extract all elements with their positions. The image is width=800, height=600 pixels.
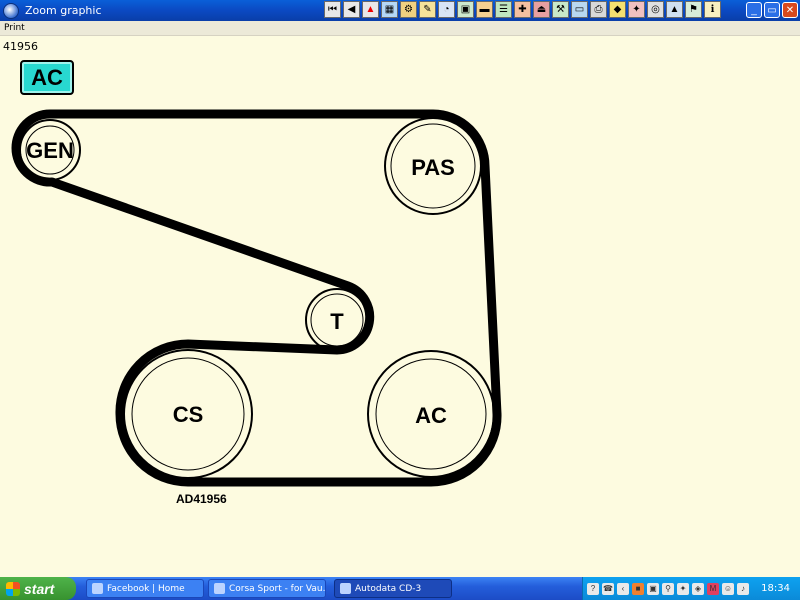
car-front-icon[interactable]: ◆ [609,1,626,18]
taskbar-item-label: Autodata CD-3 [355,583,422,594]
gear-icon[interactable]: ⚙ [400,1,417,18]
diagram-reference: AD41956 [176,492,227,506]
monitor-icon[interactable]: ▣ [647,582,659,595]
clock-icon[interactable]: ◔ [438,1,455,18]
pulley-label-ac: AC [415,403,447,428]
taskbar-item-facebook[interactable]: Facebook | Home [86,579,204,598]
start-label: start [24,580,55,597]
list-icon[interactable]: ☰ [495,1,512,18]
prev-page-icon[interactable]: ◀ [343,1,360,18]
taskbar-item-label: Facebook | Home [107,583,185,594]
wrench-icon[interactable]: ⚒ [552,1,569,18]
first-page-icon[interactable]: ⏮ [324,1,341,18]
window-title: Zoom graphic [25,4,102,17]
autodata-icon [340,583,351,594]
media-icon[interactable]: M [707,582,719,595]
taskbar: start Facebook | Home Corsa Sport - for … [0,577,800,600]
flag-icon[interactable]: ⚑ [685,1,702,18]
app-icon [3,2,19,19]
browser-icon [92,583,103,594]
menu-print[interactable]: Print [0,23,29,33]
close-button[interactable]: ✕ [782,2,798,18]
taskbar-item-label: Corsa Sport - for Vau... [229,583,326,594]
warning-icon[interactable]: ▲ [362,1,379,18]
tyre-icon[interactable]: ◎ [647,1,664,18]
search-icon[interactable]: ⚲ [662,582,674,595]
chat-icon[interactable]: ☺ [722,582,734,595]
info-icon[interactable]: ℹ [704,1,721,18]
tools-icon[interactable]: ✎ [419,1,436,18]
diagram-area: 41956 AC GEN PAS T CS AC AD41956 [0,36,800,577]
belt-routing-diagram: GEN PAS T CS AC [11,109,502,487]
window-controls: _ ▭ ✕ [746,2,798,18]
car-icon[interactable]: ▬ [476,1,493,18]
windows-logo-icon [6,581,20,596]
car-repair-icon[interactable]: ✚ [514,1,531,18]
pulley-label-pas: PAS [411,155,455,180]
browser-icon [214,583,225,594]
volume-icon[interactable]: ♪ [737,582,749,595]
battery-icon[interactable]: ▭ [571,1,588,18]
toolbar: ⏮ ◀ ▲ ▦ ⚙ ✎ ◔ ▣ ▬ ☰ ✚ ⏏ ⚒ ▭ ⎙ ◆ ✦ ◎ ▲ ⚑ … [324,1,721,18]
network-icon[interactable]: ◈ [692,582,704,595]
picture-icon[interactable]: ▣ [457,1,474,18]
phone-icon[interactable]: ☎ [602,582,614,595]
image-icon[interactable]: ▦ [381,1,398,18]
clock: 18:34 [761,583,790,594]
car-side-icon[interactable]: ▲ [666,1,683,18]
pulley-label-cs: CS [173,402,204,427]
menu-bar: Print [0,21,800,36]
taskbar-item-corsa[interactable]: Corsa Sport - for Vau... [208,579,326,598]
start-button[interactable]: start [0,577,76,600]
back-icon[interactable]: ‹ [617,582,629,595]
pulley-label-gen: GEN [26,138,74,163]
print-icon[interactable]: ⎙ [590,1,607,18]
pin-icon[interactable]: ✦ [677,582,689,595]
system-tray: ? ☎ ‹ ■ ▣ ⚲ ✦ ◈ M ☺ ♪ 18:34 [582,577,800,600]
lamp-icon[interactable]: ✦ [628,1,645,18]
maximize-button[interactable]: ▭ [764,2,780,18]
taskbar-item-autodata[interactable]: Autodata CD-3 [334,579,452,598]
help-icon[interactable]: ? [587,582,599,595]
exit-icon[interactable]: ⏏ [533,1,550,18]
pulley-label-t: T [330,309,344,334]
app-tray-icon[interactable]: ■ [632,582,644,595]
minimize-button[interactable]: _ [746,2,762,18]
